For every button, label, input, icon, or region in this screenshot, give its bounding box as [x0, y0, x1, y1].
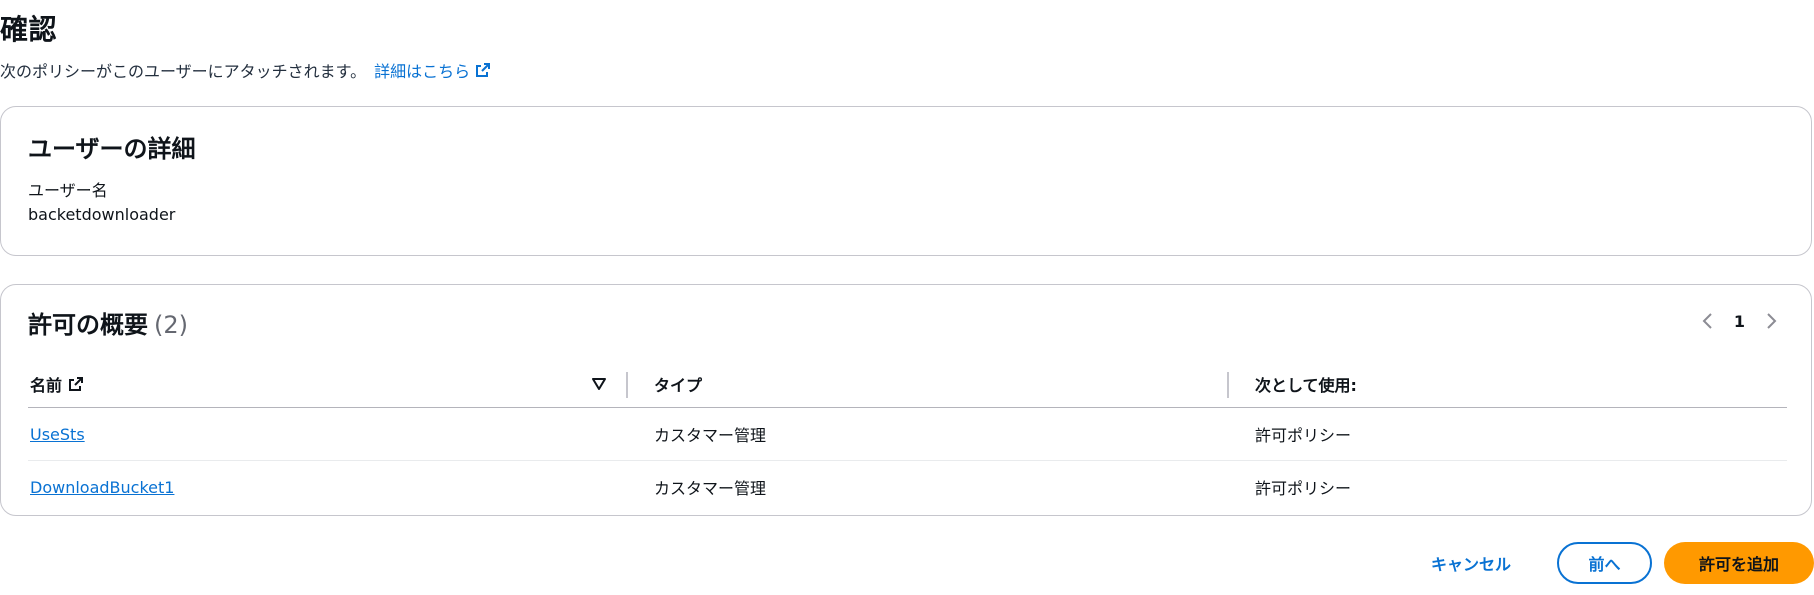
learn-more-label: 詳細はこちら: [374, 62, 471, 81]
table-row: UseSts カスタマー管理 許可ポリシー: [28, 408, 1787, 460]
cancel-button[interactable]: キャンセル: [1425, 551, 1517, 575]
policy-link[interactable]: DownloadBucket1: [30, 478, 174, 497]
external-link-icon: [476, 63, 491, 77]
policy-link[interactable]: UseSts: [30, 425, 85, 444]
learn-more-link[interactable]: 詳細はこちら: [374, 58, 491, 82]
previous-button[interactable]: 前へ: [1557, 542, 1652, 584]
permissions-count: (2): [154, 311, 188, 339]
column-header-used-as: 次として使用:: [1255, 376, 1357, 395]
policy-type-cell: カスタマー管理: [654, 479, 767, 498]
description-text: 次のポリシーがこのユーザーにアタッチされます。: [0, 62, 367, 81]
current-page[interactable]: 1: [1734, 312, 1745, 331]
page-title: 確認: [0, 13, 58, 46]
permissions-summary-title: 許可の概要 (2): [28, 305, 188, 340]
column-divider[interactable]: [626, 372, 628, 398]
policy-name-cell: DownloadBucket1: [30, 461, 174, 513]
permissions-table: 名前 タイプ 次として使用: UseSts カスタマー管理 許可ポリシー Dow…: [28, 361, 1787, 513]
username-value: backetdownloader: [28, 205, 176, 224]
chevron-right-icon[interactable]: [1761, 311, 1781, 331]
policy-name-cell: UseSts: [30, 408, 85, 460]
column-divider[interactable]: [1227, 372, 1229, 398]
sort-caret-down-icon: [592, 378, 606, 390]
user-details-card: ユーザーの詳細 ユーザー名 backetdownloader: [0, 106, 1812, 256]
column-name-label: 名前: [30, 376, 63, 395]
add-permissions-button[interactable]: 許可を追加: [1664, 542, 1814, 584]
policy-used-as-cell: 許可ポリシー: [1255, 479, 1352, 498]
pagination: 1: [1698, 311, 1781, 331]
column-header-type: タイプ: [654, 376, 703, 395]
permissions-summary-card: 許可の概要 (2) 1 名前 タイプ 次として使用: UseSts カスタマー管…: [0, 284, 1812, 516]
policy-type-cell: カスタマー管理: [654, 426, 767, 445]
username-label: ユーザー名: [28, 181, 108, 200]
permissions-title-text: 許可の概要: [28, 311, 148, 339]
table-header: 名前 タイプ 次として使用:: [28, 361, 1787, 408]
sort-button[interactable]: [592, 361, 606, 407]
wizard-actions: キャンセル 前へ 許可を追加: [1425, 542, 1814, 584]
page-description: 次のポリシーがこのユーザーにアタッチされます。 詳細はこちら: [0, 58, 491, 82]
policy-used-as-cell: 許可ポリシー: [1255, 426, 1352, 445]
column-header-name[interactable]: 名前: [30, 361, 84, 407]
external-link-icon: [69, 377, 84, 391]
chevron-left-icon[interactable]: [1698, 311, 1718, 331]
user-details-title: ユーザーの詳細: [28, 135, 196, 163]
table-row: DownloadBucket1 カスタマー管理 許可ポリシー: [28, 460, 1787, 513]
